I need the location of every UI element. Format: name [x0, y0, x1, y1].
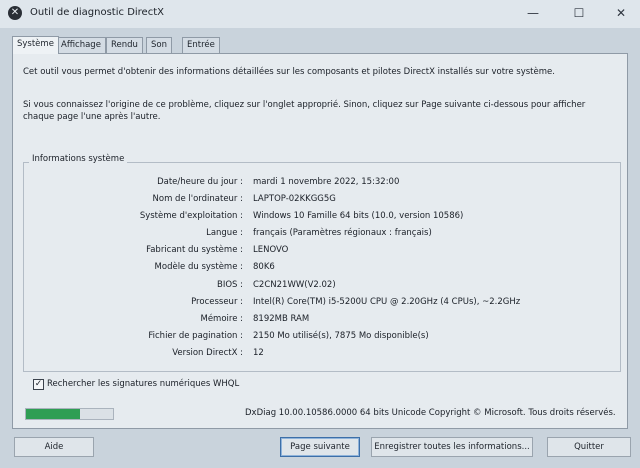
info-label: Fichier de pagination : [148, 331, 243, 341]
save-all-button[interactable]: Enregistrer toutes les informations... [371, 437, 533, 457]
info-value: 80K6 [253, 262, 275, 272]
info-row: BIOS : C2CN21WW(V2.02) [13, 280, 627, 293]
info-value: 2150 Mo utilisé(s), 7875 Mo disponible(s… [253, 331, 429, 341]
info-row: Fichier de pagination : 2150 Mo utilisé(… [13, 331, 627, 344]
whql-checkbox[interactable]: ✓ [33, 379, 44, 390]
info-label: Date/heure du jour : [157, 177, 243, 187]
intro-text: Cet outil vous permet d'obtenir des info… [23, 67, 555, 77]
info-value: français (Paramètres régionaux : françai… [253, 228, 432, 238]
tab-systeme[interactable]: Système [12, 36, 59, 54]
tab-affichage[interactable]: Affichage [56, 37, 106, 53]
maximize-icon[interactable]: ☐ [564, 3, 594, 23]
info-label: Fabricant du système : [146, 245, 243, 255]
tab-son[interactable]: Son [146, 37, 172, 53]
progress-bar [25, 408, 114, 420]
system-tab-panel: Cet outil vous permet d'obtenir des info… [12, 53, 628, 429]
next-page-button[interactable]: Page suivante [280, 437, 360, 457]
info-row: Processeur : Intel(R) Core(TM) i5-5200U … [13, 297, 627, 310]
progress-fill [26, 409, 80, 419]
x-icon: ✕ [8, 6, 22, 20]
info-label: Langue : [206, 228, 243, 238]
info-value: mardi 1 novembre 2022, 15:32:00 [253, 177, 400, 187]
minimize-icon[interactable]: — [518, 3, 548, 23]
info-value: 12 [253, 348, 264, 358]
window-title: Outil de diagnostic DirectX [30, 7, 164, 18]
intro-instructions: Si vous connaissez l'origine de ce probl… [23, 100, 586, 122]
info-value: Windows 10 Famille 64 bits (10.0, versio… [253, 211, 464, 221]
info-value: Intel(R) Core(TM) i5-5200U CPU @ 2.20GHz… [253, 297, 521, 307]
info-value: LENOVO [253, 245, 289, 255]
help-button[interactable]: Aide [14, 437, 94, 457]
title-bar: ✕ Outil de diagnostic DirectX — ☐ ✕ [0, 0, 640, 28]
info-label: Modèle du système : [154, 262, 243, 272]
tab-entree[interactable]: Entrée [182, 37, 220, 53]
info-value: LAPTOP-02KKGG5G [253, 194, 336, 204]
info-row: Version DirectX : 12 [13, 348, 627, 361]
info-row: Système d'exploitation : Windows 10 Fami… [13, 211, 627, 224]
info-row: Nom de l'ordinateur : LAPTOP-02KKGG5G [13, 194, 627, 207]
info-label: Nom de l'ordinateur : [152, 194, 243, 204]
whql-checkbox-label[interactable]: Rechercher les signatures numériques WHQ… [47, 379, 239, 389]
info-value: 8192MB RAM [253, 314, 310, 324]
tab-rendu[interactable]: Rendu [106, 37, 143, 53]
info-row: Mémoire : 8192MB RAM [13, 314, 627, 327]
quit-button[interactable]: Quitter [547, 437, 631, 457]
close-icon[interactable]: ✕ [606, 3, 636, 23]
info-value: C2CN21WW(V2.02) [253, 280, 336, 290]
info-label: Mémoire : [200, 314, 243, 324]
info-label: Système d'exploitation : [139, 211, 243, 221]
info-label: Version DirectX : [172, 348, 243, 358]
system-info-title: Informations système [29, 154, 128, 164]
info-row: Modèle du système : 80K6 [13, 262, 627, 275]
info-row: Fabricant du système : LENOVO [13, 245, 627, 258]
copyright-text: DxDiag 10.00.10586.0000 64 bits Unicode … [245, 408, 616, 418]
info-row: Date/heure du jour : mardi 1 novembre 20… [13, 177, 627, 190]
info-row: Langue : français (Paramètres régionaux … [13, 228, 627, 241]
info-label: Processeur : [191, 297, 243, 307]
info-label: BIOS : [217, 280, 243, 290]
